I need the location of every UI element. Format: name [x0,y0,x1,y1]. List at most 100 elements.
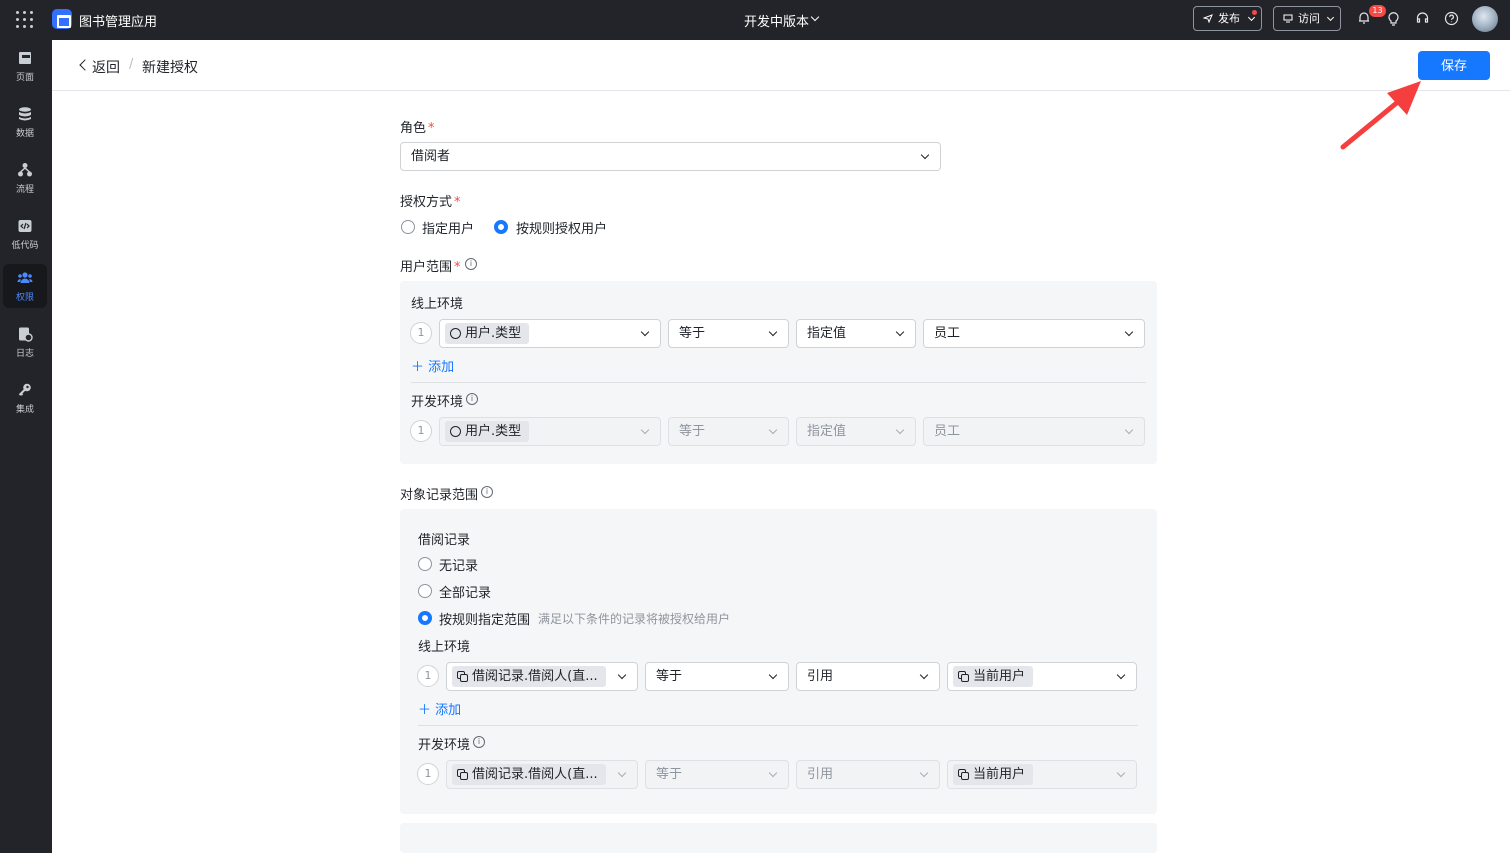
value-tag: 当前用户 [953,764,1034,785]
sidebar-item-pages[interactable]: 页面 [3,44,47,88]
value-select-disabled: 当前用户 [947,760,1137,789]
field-select-disabled: 用户.类型 [439,417,661,446]
chevron-down-icon [617,768,627,778]
radio-rule-users[interactable] [494,220,508,234]
value-type-select-disabled: 指定值 [796,417,916,446]
dev-env-label: 开发环境 [418,738,471,753]
info-icon[interactable]: i [481,486,493,498]
value-type-select[interactable]: 引用 [796,662,940,691]
sidebar: 页面 数据 流程 低代码 权限 日志 集成 [0,40,52,853]
value-select[interactable]: 员工 [923,319,1145,348]
chevron-down-icon [1124,425,1134,435]
value-select[interactable]: 当前用户 [947,662,1137,691]
page-title: 新建授权 [142,60,198,76]
field-tag: 借阅记录.借阅人(直... [452,666,606,687]
flow-icon [18,163,32,177]
radio-rule-range[interactable] [418,611,432,625]
sidebar-item-integration[interactable]: 集成 [3,376,47,420]
radio-all-records[interactable] [418,584,432,598]
code-icon [18,220,32,232]
sidebar-item-label: 低代码 [11,241,39,251]
visit-button[interactable]: 访问 [1273,6,1341,31]
field-select[interactable]: 用户.类型 [439,319,661,348]
sidebar-item-flow[interactable]: 流程 [3,156,47,200]
next-panel [400,823,1157,853]
app-name[interactable]: 图书管理应用 [79,11,157,30]
page-icon [19,52,31,64]
info-icon[interactable]: i [466,393,478,405]
top-bar: 图书管理应用 开发中版本 发布 访问 13 [0,0,1510,40]
chevron-down-icon [768,327,778,337]
sidebar-item-data[interactable]: 数据 [3,100,47,144]
operator-select-disabled: 等于 [645,760,789,789]
monitor-icon [1283,14,1293,23]
sidebar-item-lowcode[interactable]: 低代码 [3,212,47,256]
object-label: 借阅记录 [418,533,471,548]
chevron-down-icon [768,768,778,778]
users-icon [17,272,33,283]
radio-label: 指定用户 [422,222,475,237]
info-icon[interactable]: i [465,258,477,270]
operator-select[interactable]: 等于 [668,319,789,348]
record-scope-panel: 借阅记录 无记录 全部记录 按规则指定范围 满足以下条件的记录将被授权给用户 线… [400,509,1157,814]
radio-label: 全部记录 [439,586,492,601]
value-type-select[interactable]: 指定值 [796,319,916,348]
sidebar-item-label: 权限 [15,293,34,303]
help-icon[interactable] [1444,11,1459,26]
sidebar-item-label: 页面 [15,73,34,83]
divider [411,382,1146,383]
chevron-down-icon [1124,327,1134,337]
add-rule-button[interactable]: ＋ 添加 [411,356,454,375]
add-rule-button[interactable]: ＋ 添加 [418,699,461,718]
sidebar-item-permissions[interactable]: 权限 [3,264,47,308]
sidebar-item-label: 数据 [15,129,34,139]
chevron-down-icon [895,425,905,435]
visit-label: 访问 [1298,12,1320,25]
online-env-label: 线上环境 [411,297,464,312]
field-tag: 借阅记录.借阅人(直... [452,764,606,785]
sidebar-item-label: 日志 [15,349,34,359]
app-grid-icon[interactable] [16,11,34,29]
chevron-down-icon [1116,670,1126,680]
lightbulb-icon[interactable] [1386,11,1401,26]
publish-button[interactable]: 发布 [1193,6,1262,31]
clock-icon [450,426,461,437]
radio-no-records[interactable] [418,557,432,571]
rule-hint: 满足以下条件的记录将被授权给用户 [538,612,731,626]
operator-select-disabled: 等于 [668,417,789,446]
record-scope-label: 对象记录范围 [400,488,479,503]
field-select[interactable]: 借阅记录.借阅人(直... [446,662,638,691]
field-tag: 用户.类型 [445,323,530,344]
publish-label: 发布 [1218,12,1240,25]
user-avatar[interactable] [1472,6,1498,32]
rule-index: 1 [417,763,439,785]
back-link[interactable]: 返回 [92,57,120,77]
radio-label: 无记录 [439,559,479,574]
auth-method-label: 授权方式 * [400,195,461,210]
key-icon [18,383,31,396]
sidebar-item-logs[interactable]: 日志 [3,320,47,364]
role-select[interactable]: 借阅者 [400,142,941,171]
chevron-left-icon[interactable] [79,59,91,71]
chevron-down-icon[interactable] [810,12,820,22]
save-button[interactable]: 保存 [1418,51,1490,80]
chevron-down-icon [895,327,905,337]
chevron-down-icon [919,768,929,778]
chevron-down-icon [1116,768,1126,778]
chevron-down-icon [617,670,627,680]
database-icon [19,107,31,121]
notification-badge: 13 [1369,5,1386,17]
value-type-select-disabled: 引用 [796,760,940,789]
clock-icon [450,328,461,339]
info-icon[interactable]: i [473,736,485,748]
value-tag: 当前用户 [953,666,1034,687]
chevron-down-icon [640,327,650,337]
log-icon [19,327,33,342]
breadcrumb-separator: / [129,57,134,72]
rule-index: 1 [417,665,439,687]
role-value: 借阅者 [411,149,451,164]
radio-specified-users[interactable] [401,220,415,234]
operator-select[interactable]: 等于 [645,662,789,691]
version-selector[interactable]: 开发中版本 [744,11,809,30]
headset-icon[interactable] [1415,11,1430,26]
